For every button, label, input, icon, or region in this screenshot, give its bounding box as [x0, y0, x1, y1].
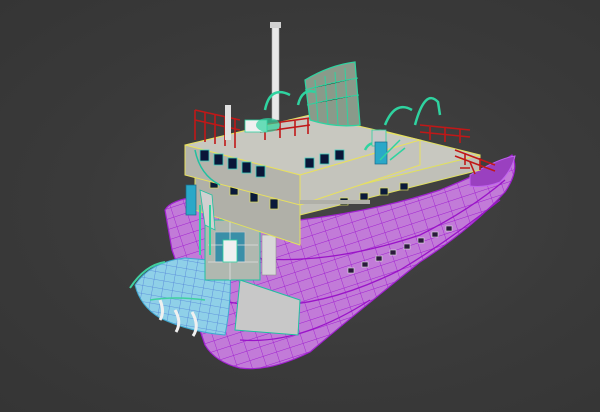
mast — [270, 22, 281, 121]
funnel — [304, 61, 361, 127]
tugboat-wireframe-model — [129, 22, 516, 370]
3d-viewport[interactable] — [0, 0, 600, 412]
